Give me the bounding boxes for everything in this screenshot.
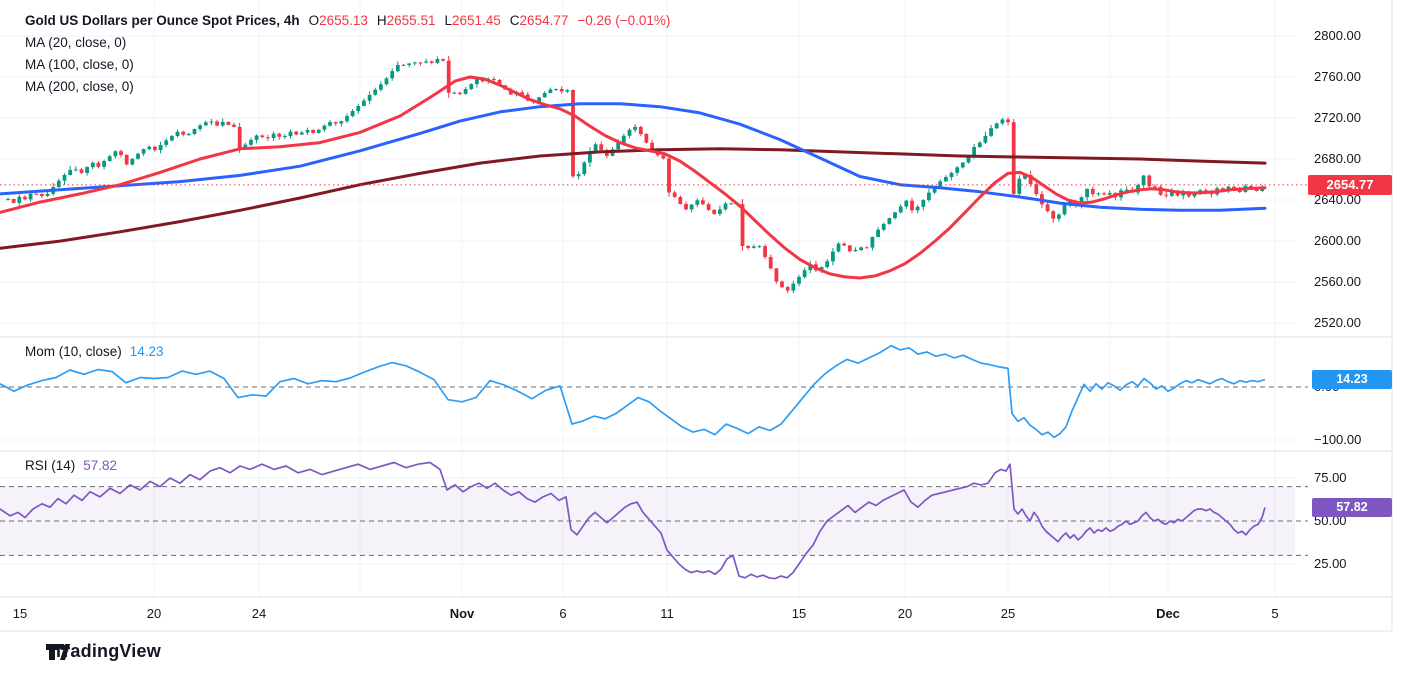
chart-canvas[interactable] xyxy=(0,0,1405,674)
time-axis-label: 6 xyxy=(541,606,585,621)
symbol-title: Gold US Dollars per Ounce Spot Prices, 4… xyxy=(25,13,300,28)
low-value: 2651.45 xyxy=(452,13,501,28)
low-label: L xyxy=(444,13,452,28)
time-axis-label: 24 xyxy=(237,606,281,621)
momentum-value: 14.23 xyxy=(130,344,164,359)
symbol-title-row[interactable]: Gold US Dollars per Ounce Spot Prices, 4… xyxy=(25,10,670,32)
tradingview-logo-icon xyxy=(45,641,71,663)
momentum-label: Mom (10, close) xyxy=(25,344,122,359)
chart-legend[interactable]: Gold US Dollars per Ounce Spot Prices, 4… xyxy=(25,10,670,98)
rsi-axis-label: 75.00 xyxy=(1314,470,1392,485)
time-axis-label: 25 xyxy=(986,606,1030,621)
change-value: −0.26 (−0.01%) xyxy=(577,13,670,28)
last-price-badge: 2654.77 xyxy=(1308,175,1392,195)
rsi-badge: 57.82 xyxy=(1312,498,1392,517)
ma100-legend-row[interactable]: MA (100, close, 0) xyxy=(25,54,670,76)
momentum-badge: 14.23 xyxy=(1312,370,1392,389)
tradingview-chart-window: Gold US Dollars per Ounce Spot Prices, 4… xyxy=(0,0,1405,674)
momentum-axis-label: −100.00 xyxy=(1314,432,1392,447)
time-axis-label: 11 xyxy=(645,606,689,621)
ma200-legend-row[interactable]: MA (200, close, 0) xyxy=(25,76,670,98)
price-axis-label: 2760.00 xyxy=(1314,69,1392,84)
close-value: 2654.77 xyxy=(520,13,569,28)
bottom-bar: TradingView xyxy=(0,632,1405,674)
price-axis-label: 2720.00 xyxy=(1314,110,1392,125)
time-axis-label: 15 xyxy=(777,606,821,621)
rsi-value: 57.82 xyxy=(83,458,117,473)
rsi-legend-row[interactable]: RSI (14) 57.82 xyxy=(25,458,117,473)
open-value: 2655.13 xyxy=(319,13,368,28)
ma20-legend-row[interactable]: MA (20, close, 0) xyxy=(25,32,670,54)
time-axis-label: 20 xyxy=(132,606,176,621)
time-axis-label: 15 xyxy=(0,606,42,621)
tradingview-logo[interactable]: TradingView xyxy=(45,641,161,662)
rsi-label: RSI (14) xyxy=(25,458,75,473)
time-axis-label: Dec xyxy=(1146,606,1190,621)
momentum-legend-row[interactable]: Mom (10, close) 14.23 xyxy=(25,344,164,359)
price-axis-label: 2680.00 xyxy=(1314,151,1392,166)
high-value: 2655.51 xyxy=(387,13,436,28)
time-axis-label: 20 xyxy=(883,606,927,621)
price-axis-label: 2800.00 xyxy=(1314,28,1392,43)
time-axis-label: 5 xyxy=(1253,606,1297,621)
price-axis-label: 2600.00 xyxy=(1314,233,1392,248)
price-axis-label: 2560.00 xyxy=(1314,274,1392,289)
price-axis-label: 2520.00 xyxy=(1314,315,1392,330)
open-label: O xyxy=(309,13,320,28)
time-axis-label: Nov xyxy=(440,606,484,621)
rsi-axis-label: 25.00 xyxy=(1314,556,1392,571)
close-label: C xyxy=(510,13,520,28)
high-label: H xyxy=(377,13,387,28)
